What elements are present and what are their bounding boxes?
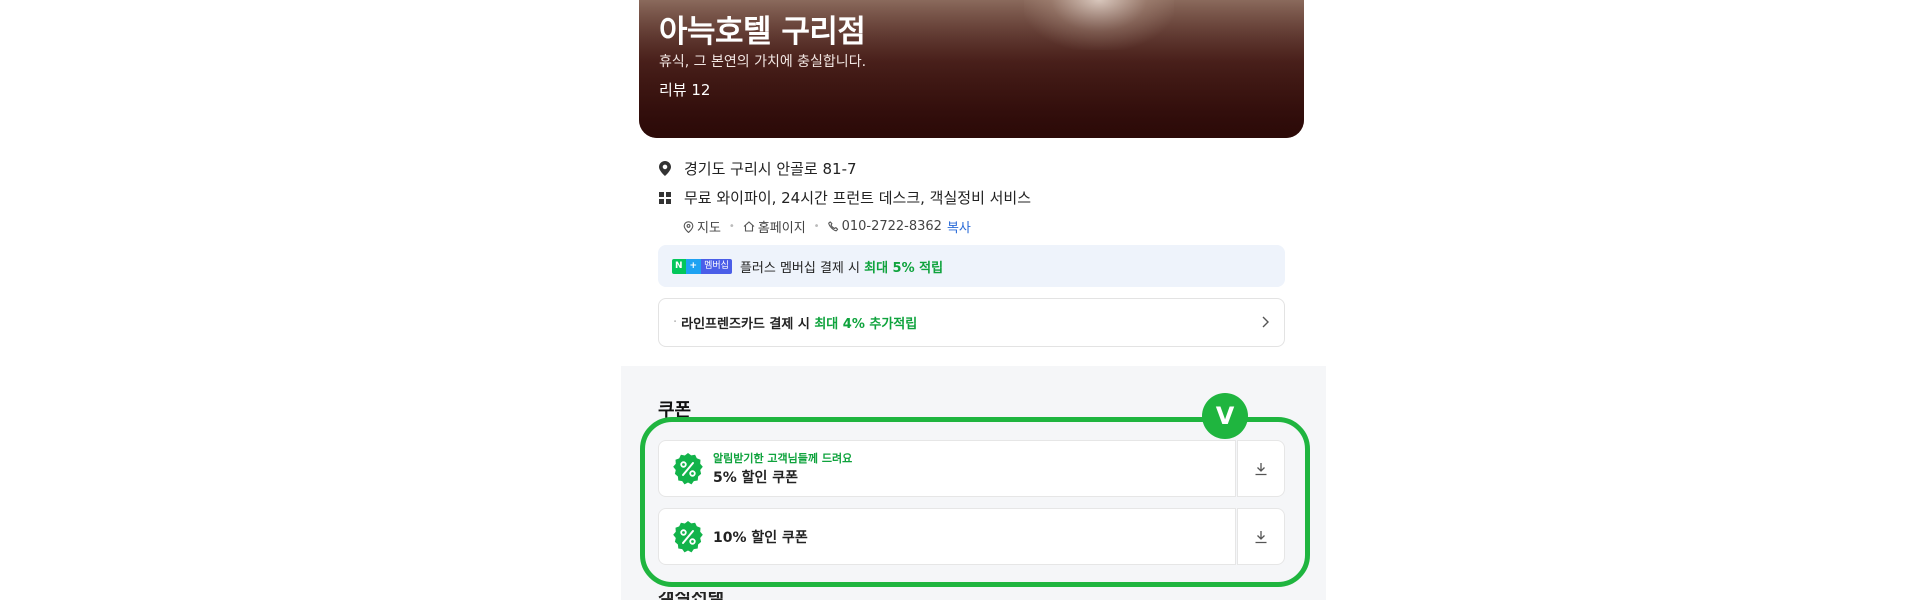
grid-icon [658, 190, 672, 206]
highlight-check-badge: V [1202, 393, 1248, 439]
phone-link[interactable]: 010-2722-8362 [827, 219, 942, 234]
map-link[interactable]: 지도 [683, 217, 721, 236]
hotel-name: 아늑호텔 구리점 [659, 14, 866, 50]
membership-banner: N + 멤버십 플러스 멤버십 결제 시 최대 5% 적립 [658, 245, 1285, 287]
map-pin-icon [683, 220, 694, 233]
hotel-hero: 아늑호텔 구리점 휴식, 그 본연의 가치에 충실합니다. 리뷰 12 [639, 0, 1304, 138]
hotel-tagline: 휴식, 그 본연의 가치에 충실합니다. [659, 54, 867, 70]
contact-links: 지도 • 홈페이지 • 010-2722-8362 복사 [683, 217, 971, 236]
amenities-row: 무료 와이파이, 24시간 프런트 데스크, 객실정비 서비스 [658, 187, 1031, 208]
phone-icon [827, 221, 838, 232]
naver-plus-membership-badge: N + 멤버십 [672, 258, 732, 274]
address-row: 경기도 구리시 안골로 81-7 [658, 158, 857, 179]
review-count-link[interactable]: 리뷰 12 [659, 79, 710, 100]
room-selection-title: 객실선택 [658, 592, 738, 600]
location-pin-icon [658, 161, 672, 177]
chevron-right-icon [1261, 315, 1270, 333]
amenities-text: 무료 와이파이, 24시간 프런트 데스크, 객실정비 서비스 [684, 189, 1032, 207]
homepage-link[interactable]: 홈페이지 [743, 217, 806, 236]
page: 아늑호텔 구리점 휴식, 그 본연의 가치에 충실합니다. 리뷰 12 경기도 … [0, 0, 1920, 600]
card-promo-banner[interactable]: · 라인프렌즈카드 결제 시 최대 4% 추가적립 [658, 298, 1285, 347]
address-text: 경기도 구리시 안골로 81-7 [684, 160, 857, 178]
home-icon [743, 221, 755, 232]
highlight-outline [640, 417, 1310, 587]
copy-phone-button[interactable]: 복사 [947, 217, 971, 236]
